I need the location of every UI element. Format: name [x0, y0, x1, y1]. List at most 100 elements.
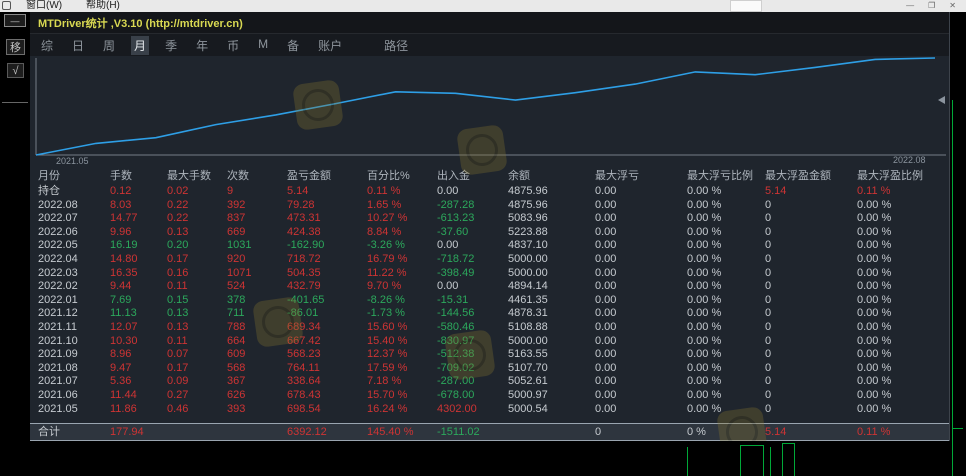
cell: 609	[227, 348, 287, 362]
cell: 2021.09	[38, 348, 110, 362]
cell: 5052.61	[508, 375, 595, 389]
cell: 0.00	[595, 403, 687, 417]
tab-row: 综日周月季年币M备账户 路径	[30, 34, 949, 56]
menu-item-help[interactable]: 帮助(H)	[86, 0, 120, 12]
cell: 4894.14	[508, 280, 595, 294]
restore-icon[interactable]: ❐	[928, 0, 935, 12]
cell: 0.00	[595, 212, 687, 226]
cell: 424.38	[287, 226, 367, 240]
cell: 16.19	[110, 239, 167, 253]
cell: 0	[765, 294, 857, 308]
cell: 0.00 %	[687, 321, 765, 335]
cell: 持仓	[38, 185, 110, 199]
cell: 0.07	[167, 348, 227, 362]
tab-账户[interactable]: 账户	[315, 36, 345, 55]
menu-item-window[interactable]: 窗口(W)	[26, 0, 62, 12]
cell: 0.00 %	[857, 199, 949, 213]
cell: 0	[595, 424, 687, 440]
cell: 0	[765, 389, 857, 403]
cell: 0.00 %	[687, 280, 765, 294]
tab-M[interactable]: M	[255, 36, 271, 55]
cell: 0	[765, 212, 857, 226]
cell: 0.00 %	[687, 226, 765, 240]
cell: 0.15	[167, 294, 227, 308]
cell: 5000.54	[508, 403, 595, 417]
cell: 0	[765, 321, 857, 335]
cell: 0	[765, 348, 857, 362]
close-icon[interactable]: ✕	[949, 0, 956, 12]
cell: 合计	[38, 424, 110, 440]
cell: 11.44	[110, 389, 167, 403]
table-total-row: 合计177.946392.12145.40 %-1511.0200 %5.140…	[30, 423, 949, 441]
cell: 0.00	[595, 280, 687, 294]
cell: 7.18 %	[367, 375, 437, 389]
cell: 0.00 %	[857, 267, 949, 281]
cell: 0.00 %	[687, 389, 765, 403]
cell: 4302.00	[437, 403, 508, 417]
panel-minimize-button[interactable]: —	[4, 14, 26, 27]
tab-周[interactable]: 周	[100, 36, 118, 55]
cell: 4878.31	[508, 307, 595, 321]
table-row-2022.02: 2022.029.440.11524432.799.70 %0.004894.1…	[30, 280, 949, 294]
tab-季[interactable]: 季	[162, 36, 180, 55]
cell: 9.96	[110, 226, 167, 240]
tab-path[interactable]: 路径	[384, 37, 408, 54]
tab-月[interactable]: 月	[131, 36, 149, 55]
cell: -144.56	[437, 307, 508, 321]
cell: 0.22	[167, 212, 227, 226]
menu-bar: 窗口(W) 帮助(H) — ❐ ✕	[0, 0, 966, 12]
cell: 678.43	[287, 389, 367, 403]
cell: 0.00	[595, 375, 687, 389]
column-header: 最大浮亏	[595, 170, 687, 184]
cell: 0	[765, 375, 857, 389]
cell: 16.79 %	[367, 253, 437, 267]
cell: 2022.02	[38, 280, 110, 294]
panel-move-button[interactable]: 移	[6, 39, 25, 55]
minimize-icon[interactable]: —	[906, 0, 914, 12]
cell: 669	[227, 226, 287, 240]
tab-日[interactable]: 日	[69, 36, 87, 55]
column-header: 手数	[110, 170, 167, 184]
cell: 14.77	[110, 212, 167, 226]
cell: 2021.12	[38, 307, 110, 321]
tab-币[interactable]: 币	[224, 36, 242, 55]
cell: 0.00	[595, 199, 687, 213]
cell: 0.00	[595, 389, 687, 403]
cell: 0.00	[595, 335, 687, 349]
cell: 920	[227, 253, 287, 267]
mtdriver-stats-screen: 窗口(W) 帮助(H) — ❐ ✕ — 移 √ MTDriver统计 ,V3.1…	[0, 0, 966, 476]
cell: 0.00 %	[687, 253, 765, 267]
cell: 0.00	[595, 226, 687, 240]
table-row-持仓: 持仓0.120.0295.140.11 %0.004875.960.000.00…	[30, 185, 949, 199]
cell: -718.72	[437, 253, 508, 267]
tab-备[interactable]: 备	[284, 36, 302, 55]
cell: 0.00 %	[857, 294, 949, 308]
cell: 17.59 %	[367, 362, 437, 376]
cell: 0.00 %	[687, 199, 765, 213]
cell: 4837.10	[508, 239, 595, 253]
cell: 0.17	[167, 362, 227, 376]
cell: 0.00	[595, 267, 687, 281]
cell: 0.00	[595, 185, 687, 199]
cell: 0.00 %	[857, 362, 949, 376]
cell: 0.02	[167, 185, 227, 199]
cell: 9	[227, 185, 287, 199]
cell: 0.00 %	[687, 267, 765, 281]
panel-title-bar: MTDriver统计 ,V3.10 (http://mtdriver.cn)	[30, 12, 949, 34]
cell: 4875.96	[508, 185, 595, 199]
cell: 0.00 %	[857, 348, 949, 362]
cell: 2022.06	[38, 226, 110, 240]
cell: 0.00	[595, 307, 687, 321]
cell: 0.00	[595, 362, 687, 376]
cell: 2021.05	[38, 403, 110, 417]
cell: 2021.07	[38, 375, 110, 389]
tab-综[interactable]: 综	[38, 36, 56, 55]
cell: 11.22 %	[367, 267, 437, 281]
tab-年[interactable]: 年	[193, 36, 211, 55]
panel-check-button[interactable]: √	[7, 63, 24, 78]
cell: 0.00 %	[857, 375, 949, 389]
cell: 15.60 %	[367, 321, 437, 335]
cell: 4461.35	[508, 294, 595, 308]
sidebar: — 移 √	[0, 12, 30, 476]
cell: 2022.08	[38, 199, 110, 213]
